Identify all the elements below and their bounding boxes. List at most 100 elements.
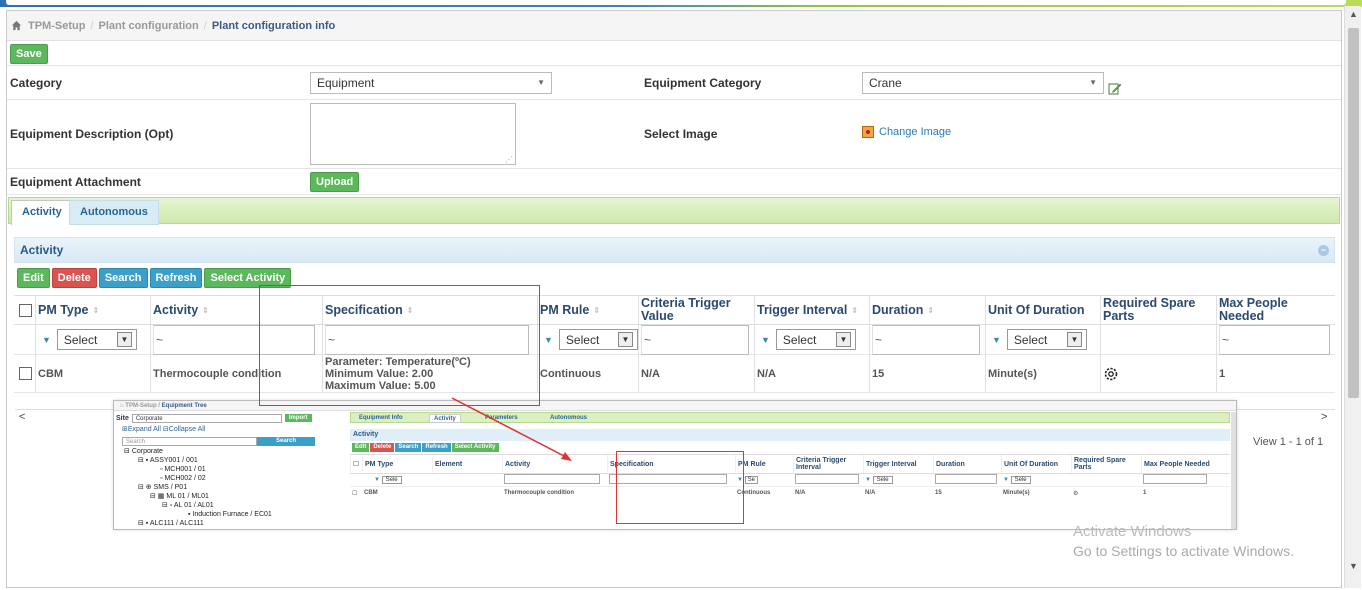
col-pm-rule[interactable]: PM Rule ⇕ [537,296,638,324]
save-row: Save [7,41,1341,66]
col-pm-type[interactable]: PM Type ⇕ [35,296,150,324]
form-row-attachment: Equipment Attachment Upload [7,169,1341,195]
upload-button[interactable]: Upload [310,171,360,192]
filter-criteria-input[interactable]: ~ [641,324,750,355]
inset-right-panel: Equipment Info Activity Parameters Auton… [350,412,1230,529]
col-duration[interactable]: Duration ⇕ [869,296,985,324]
col-unit-of-duration[interactable]: Unit Of Duration [985,296,1100,324]
home-icon[interactable] [11,20,22,31]
select-all-checkbox[interactable] [19,303,32,317]
col-criteria-trigger-value[interactable]: Criteria Trigger Value [638,296,754,324]
tree-node[interactable]: ▫ MCH002 / 02 [114,474,346,483]
inset-select-activity-button[interactable]: Select Activity [451,443,499,452]
activity-panel-title: Activity [20,243,64,257]
cell-criteria: N/A [638,355,754,392]
tree-node[interactable]: ⊟ ▦ ML 01 / ML01 [114,492,346,501]
tab-autonomous[interactable]: Autonomous [69,200,159,225]
grid-header: PM Type ⇕ Activity ⇕ Specification ⇕ PM Rul… [14,295,1335,325]
resize-grip-icon: ⋰ [505,155,513,164]
inset-collapse-all[interactable]: Collapse All [169,426,206,433]
scroll-left-icon[interactable]: < [19,411,25,423]
filter-unit-select[interactable]: Select ▼ [1006,329,1087,350]
col-trigger-interval[interactable]: Trigger Interval ⇕ [754,296,869,324]
activity-panel-header: Activity − [14,237,1335,263]
filter-duration-input[interactable]: ~ [872,324,981,355]
filter-pm-type-select[interactable]: Select ▼ [56,329,137,350]
sort-icon: ⇕ [92,305,100,315]
vertical-scrollbar[interactable]: ▲ ▼ [1344,6,1361,588]
breadcrumb-current: Plant configuration info [211,19,336,32]
tree-node[interactable]: ⊟ ▫ AL 01 / AL01 [114,501,346,510]
row-checkbox[interactable] [19,367,32,380]
breadcrumb-plant-configuration[interactable]: Plant configuration [99,20,199,32]
inset-edit-button[interactable]: Edit [352,443,370,452]
tab-bar: Activity Autonomous [8,197,1340,225]
edit-button[interactable]: Edit [17,268,50,288]
image-icon [862,126,874,138]
equipment-description-textarea[interactable]: ⋰ [310,103,516,165]
cell-max-people: 1 [1216,355,1335,392]
activity-toolbar: Edit Delete Search Refresh Select Activi… [14,263,1335,292]
equipment-category-label: Equipment Category [644,75,762,90]
filter-trigger-interval-select[interactable]: Select ▼ [775,329,856,350]
inset-tab-parameters[interactable]: Parameters [481,414,522,423]
filter-max-people-input[interactable]: ~ [1219,324,1331,355]
search-button[interactable]: Search [98,268,148,288]
inset-search-input[interactable]: Search [122,436,257,446]
col-required-spare-parts[interactable]: Required Spare Parts [1100,296,1216,324]
inset-import-button[interactable]: Import [284,414,312,422]
inset-tab-activity[interactable]: Activity [429,414,461,423]
inset-expand-all[interactable]: Expand All [128,426,161,433]
change-image-link[interactable]: Change Image [879,126,951,138]
inset-grid-header: ☐ PM Type Element Activity Specification… [350,454,1230,474]
annotation-box-inset-specification [616,451,744,524]
tab-activity[interactable]: Activity [11,200,73,225]
sort-icon: ⇕ [593,305,601,315]
inset-tab-equipment-info[interactable]: Equipment Info [355,414,407,423]
gear-icon[interactable] [1103,366,1119,382]
grid-filter-row: ▼ Select ▼ ~ ~ ▼ Select ▼ ~ ▼ Select ▼ ~ ▼ Sele… [14,324,1335,355]
watermark-settings: Go to Settings to activate Windows. [1073,543,1294,559]
tree-node[interactable]: ▫ MCH001 / 01 [114,465,346,474]
cell-trigger-interval: N/A [754,355,869,392]
tree-node[interactable]: ⊟ ▪ ASSY001 / 001 [114,456,346,465]
category-select[interactable]: Equipment ▼ [310,71,552,94]
inset-search-button[interactable]: Search [257,436,315,446]
breadcrumb-tpm-setup[interactable]: TPM-Setup [28,20,85,32]
scroll-up-icon[interactable]: ▲ [1345,6,1362,22]
equipment-description-label: Equipment Description (Opt) [10,127,174,141]
inset-refresh-button[interactable]: Refresh [422,443,451,452]
tree-node[interactable]: ⊟ ▪ ALC111 / ALC111 [114,519,346,528]
save-button[interactable]: Save [10,44,48,64]
cell-spare-parts [1100,355,1216,392]
col-max-people-needed[interactable]: Max People Needed [1216,296,1335,324]
chevron-down-icon: ▼ [835,332,851,347]
scrollbar-thumb[interactable] [1348,28,1359,398]
equipment-category-select[interactable]: Crane ▼ [862,71,1104,94]
refresh-button[interactable]: Refresh [149,268,203,288]
delete-button[interactable]: Delete [51,268,97,288]
inset-search-button-2[interactable]: Search [395,443,422,452]
edit-icon[interactable] [1108,81,1122,95]
inset-tab-autonomous[interactable]: Autonomous [546,414,591,423]
collapse-icon[interactable]: − [1318,244,1329,256]
scroll-right-icon[interactable]: > [1321,411,1327,423]
select-image-label: Select Image [644,127,718,141]
tree-node[interactable]: ⊟ Corporate [114,447,346,456]
top-accent-bar [0,0,1362,7]
filter-icon: ▼ [42,334,51,345]
form-row-category: Category Equipment ▼ Equipment Category C… [7,66,1341,100]
cell-duration: 15 [869,355,985,392]
table-row[interactable]: CBM Thermocouple condition Parameter: Te… [14,355,1335,393]
equipment-attachment-label: Equipment Attachment [10,174,141,189]
scroll-down-icon[interactable]: ▼ [1345,558,1362,574]
tree-node[interactable]: ▪ Induction Furnace / EC01 [114,510,346,519]
filter-pm-rule-select[interactable]: Select ▼ [558,329,638,350]
activity-grid: PM Type ⇕ Activity ⇕ Specification ⇕ PM Rul… [14,295,1335,393]
inset-site-select[interactable]: Corporate [131,413,282,423]
inset-delete-button[interactable]: Delete [370,443,395,452]
sort-icon: ⇕ [202,305,209,315]
tree-node[interactable]: ⊟ ⊕ SMS / P01 [114,483,346,492]
inset-home-icon: ⌂ [120,403,124,409]
category-label: Category [10,75,63,90]
